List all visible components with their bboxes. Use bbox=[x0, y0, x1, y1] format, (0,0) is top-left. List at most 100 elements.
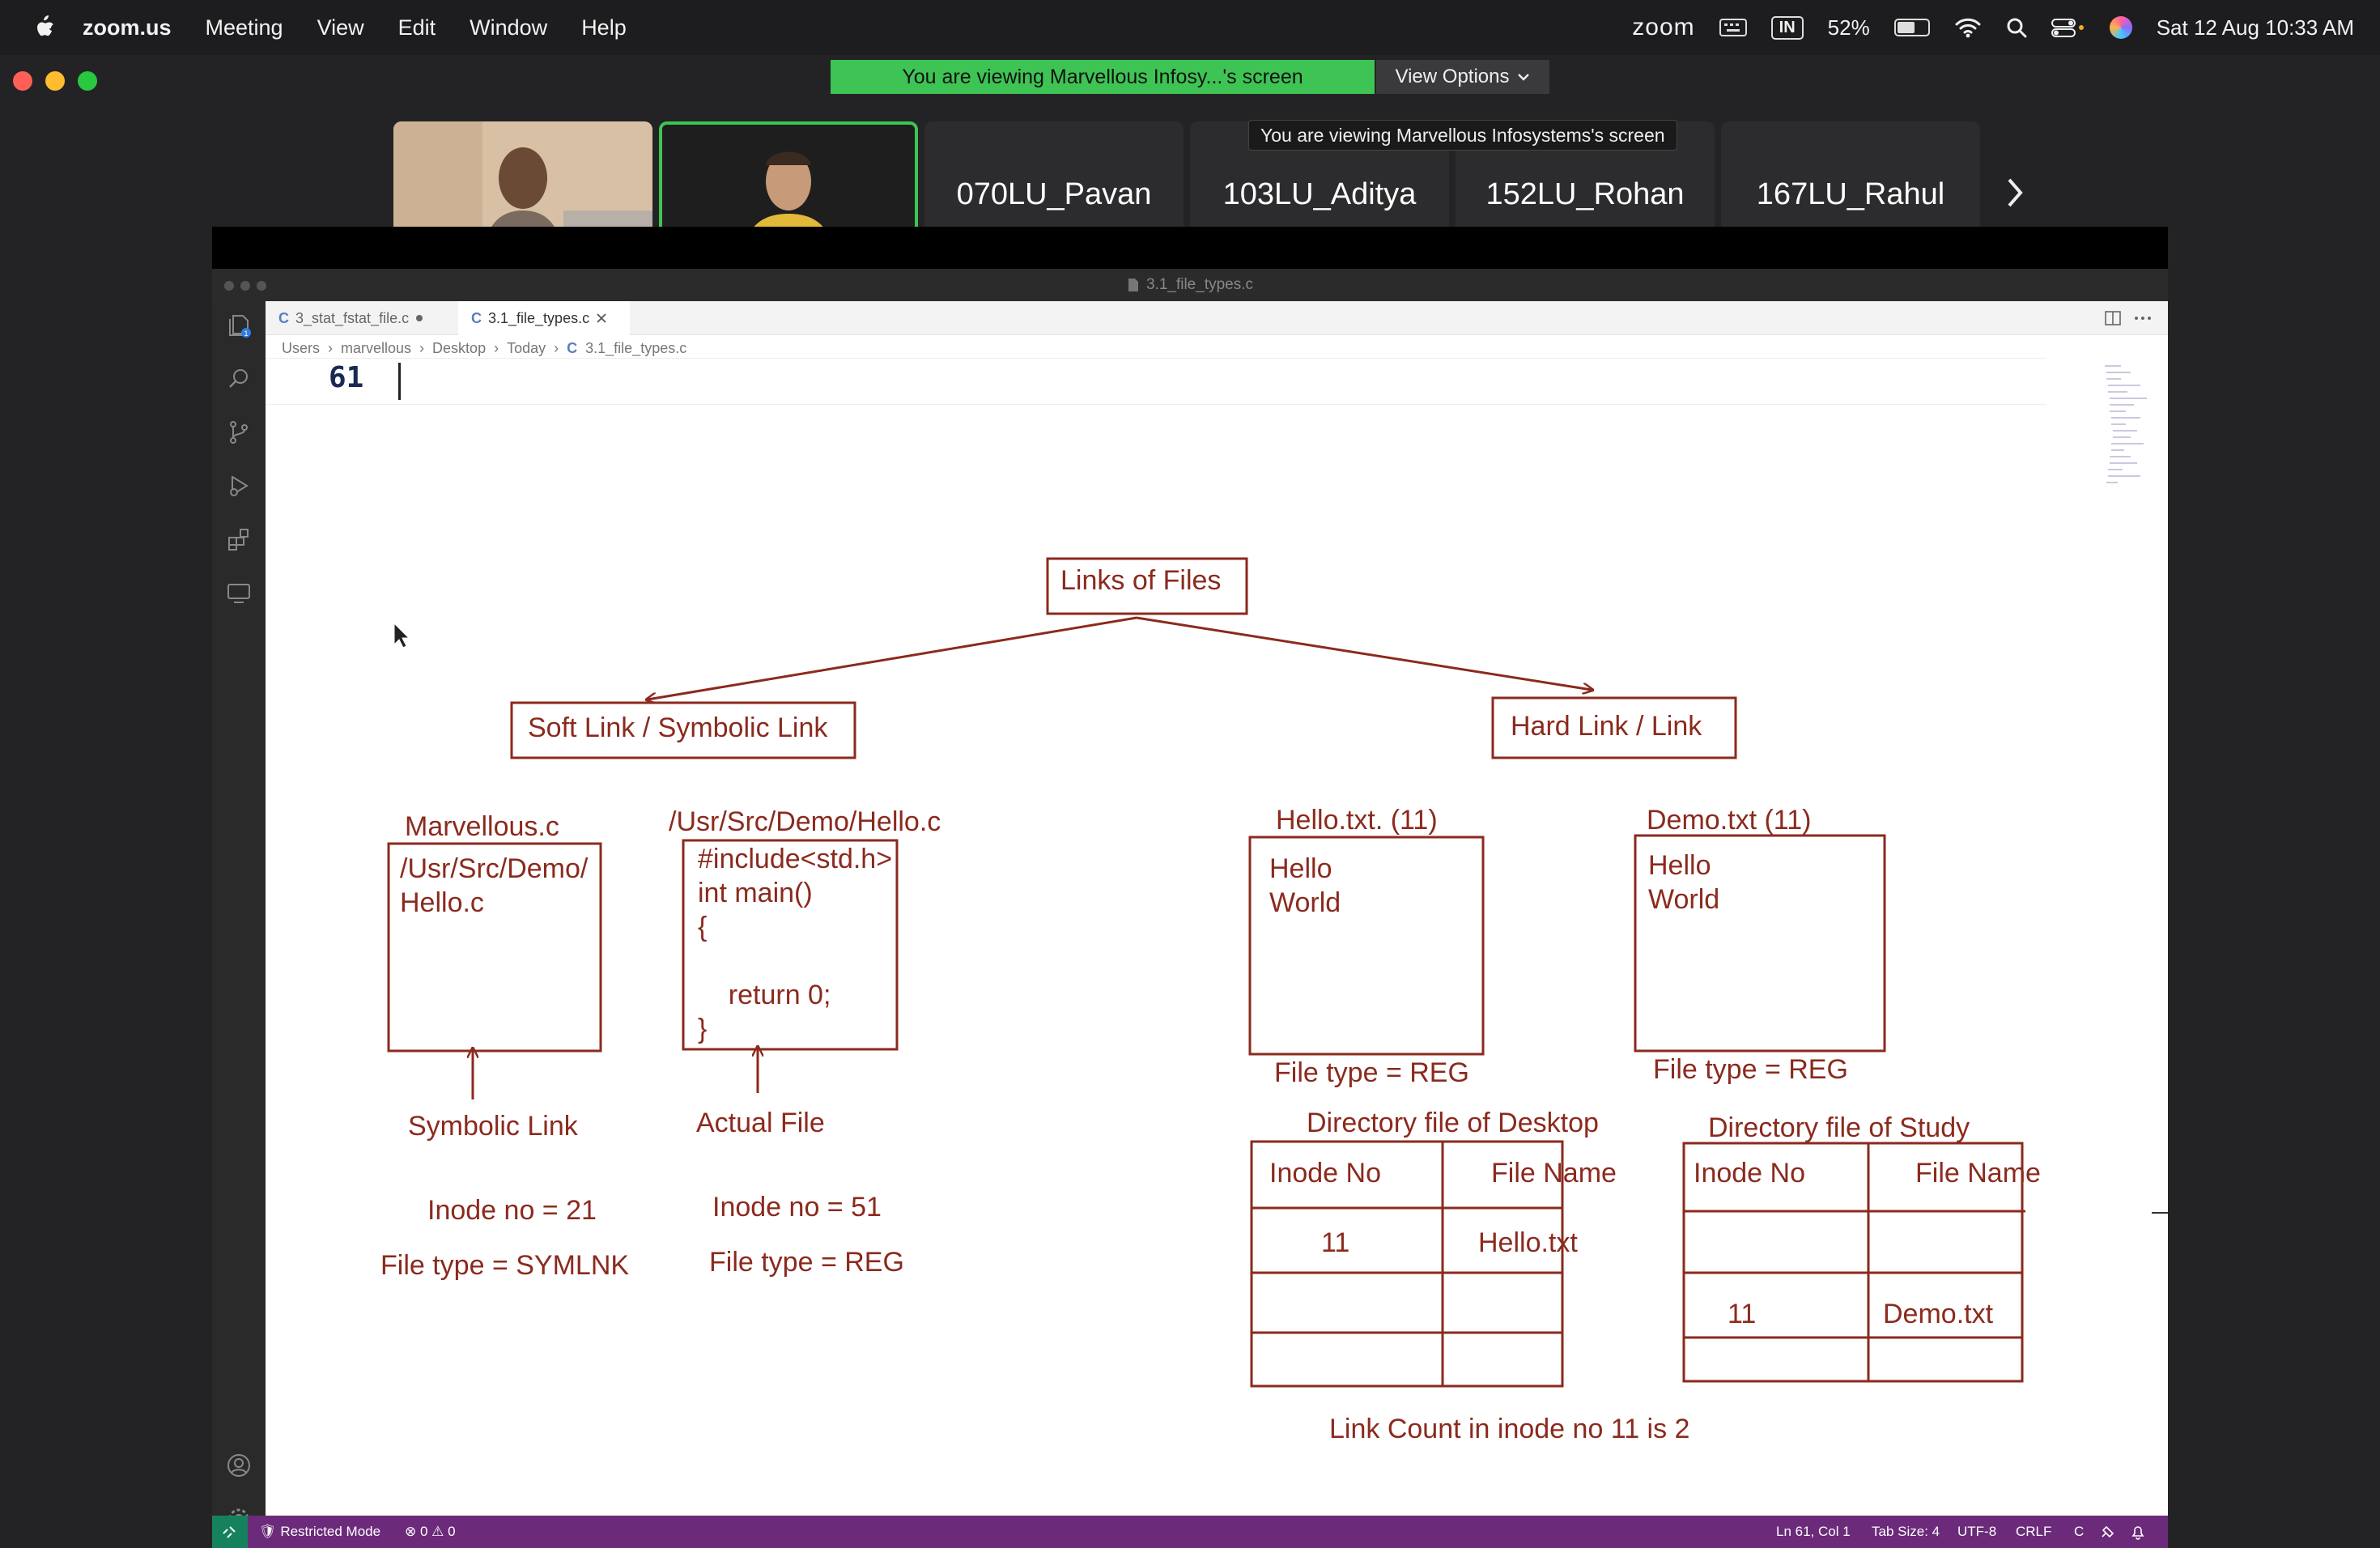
tab-label: 3.1_file_types.c bbox=[488, 309, 590, 326]
chevron-down-icon bbox=[1518, 74, 1530, 81]
more-actions-icon[interactable] bbox=[2134, 316, 2152, 321]
tab-stat-fstat-file[interactable]: C 3_stat_fstat_file.c bbox=[266, 301, 457, 335]
input-source-indicator[interactable]: IN bbox=[1770, 15, 1804, 40]
notifications-bell-icon[interactable] bbox=[2131, 1524, 2145, 1540]
tab-label: 3_stat_fstat_file.c bbox=[295, 309, 410, 326]
breadcrumb-separator: › bbox=[328, 340, 334, 356]
desktop-row-inode: 11 bbox=[1321, 1227, 1350, 1258]
vscode-title-bar: 3.1_file_types.c bbox=[212, 269, 2168, 301]
menu-meeting[interactable]: Meeting bbox=[206, 15, 283, 40]
macos-menu-bar: zoom.us Meeting View Edit Window Help zo… bbox=[0, 0, 2380, 55]
run-debug-icon[interactable] bbox=[226, 473, 252, 499]
study-row-name: Demo.txt bbox=[1883, 1299, 1994, 1329]
diagram-root-label: Links of Files bbox=[1060, 565, 1222, 596]
split-editor-icon[interactable] bbox=[2105, 311, 2121, 325]
menu-help[interactable]: Help bbox=[581, 15, 627, 40]
symlink-file-name: Marvellous.c bbox=[405, 811, 559, 842]
battery-percent: 52% bbox=[1827, 15, 1870, 40]
breadcrumb-item[interactable]: marvellous bbox=[341, 340, 411, 357]
explorer-icon[interactable]: 1 bbox=[226, 313, 252, 338]
unsaved-dot-icon bbox=[416, 315, 423, 321]
line-ending[interactable]: CRLF bbox=[2016, 1524, 2051, 1540]
actual-inode: Inode no = 51 bbox=[712, 1192, 882, 1223]
breadcrumb-separator: › bbox=[419, 340, 425, 356]
symlink-file-content: /Usr/Src/Demo/ Hello.c bbox=[400, 853, 589, 918]
tab-size[interactable]: Tab Size: 4 bbox=[1872, 1524, 1940, 1540]
search-icon[interactable] bbox=[226, 366, 252, 392]
menu-app-name[interactable]: zoom.us bbox=[83, 15, 172, 40]
actual-file-caption: Actual File bbox=[696, 1108, 825, 1138]
participant-name: 103LU_Aditya bbox=[1222, 176, 1417, 211]
feedback-icon[interactable] bbox=[2100, 1524, 2116, 1540]
restricted-mode-indicator[interactable]: 🛡 Restricted Mode bbox=[259, 1524, 380, 1540]
menu-edit[interactable]: Edit bbox=[398, 15, 436, 40]
editor-tab-bar: C 3_stat_fstat_file.c C 3.1_file_types.c bbox=[266, 301, 2168, 335]
encoding[interactable]: UTF-8 bbox=[1957, 1524, 1996, 1540]
c-language-icon: C bbox=[278, 309, 289, 326]
wifi-icon[interactable] bbox=[1954, 17, 1982, 38]
demo-file-content: Hello World bbox=[1648, 850, 1720, 915]
window-zoom-button[interactable] bbox=[78, 71, 97, 91]
hello-file-type: File type = REG bbox=[1274, 1057, 1469, 1088]
error-count: 0 bbox=[419, 1524, 428, 1539]
line-number: 61 bbox=[329, 361, 364, 394]
status-bar: 🛡 Restricted Mode ⊗ 0 ⚠ 0 Ln 61, Col 1 T… bbox=[212, 1516, 2168, 1548]
close-icon[interactable] bbox=[596, 313, 607, 324]
language-mode[interactable]: C bbox=[2074, 1524, 2084, 1540]
desktop-directory-title: Directory file of Desktop bbox=[1307, 1108, 1599, 1138]
chevron-right-icon bbox=[2008, 178, 2023, 207]
demo-file-type: File type = REG bbox=[1653, 1054, 1848, 1085]
text-caret bbox=[398, 363, 401, 400]
desktop-col-name: File Name bbox=[1491, 1158, 1617, 1189]
minimap[interactable] bbox=[2103, 363, 2168, 492]
activity-bar: 1 bbox=[212, 301, 266, 1529]
tab-file-types[interactable]: C 3.1_file_types.c bbox=[458, 301, 630, 335]
actual-file-content: #include<std.h> int main() { return 0; } bbox=[698, 844, 893, 1044]
remote-icon bbox=[223, 1526, 236, 1538]
source-control-icon[interactable] bbox=[226, 419, 252, 445]
file-icon bbox=[1128, 279, 1138, 291]
viewing-screen-banner: You are viewing Marvellous Infosy...'s s… bbox=[831, 60, 1375, 94]
menu-bar-clock[interactable]: Sat 12 Aug 10:33 AM bbox=[2157, 15, 2354, 40]
remote-explorer-icon[interactable] bbox=[226, 580, 252, 606]
keyboard-icon[interactable] bbox=[1719, 17, 1747, 38]
code-editor[interactable]: 61 bbox=[266, 358, 2168, 1516]
link-count-note: Link Count in inode no 11 is 2 bbox=[1329, 1414, 1690, 1444]
shared-screen: 3.1_file_types.c 1 C 3_stat_fstat_file.c… bbox=[212, 227, 2168, 1548]
menu-window[interactable]: Window bbox=[470, 15, 547, 40]
control-center-icon[interactable] bbox=[2051, 17, 2085, 38]
extensions-icon[interactable] bbox=[226, 526, 252, 552]
zoom-status-item[interactable]: zoom bbox=[1632, 14, 1694, 41]
siri-icon[interactable] bbox=[2109, 16, 2132, 39]
window-minimize-button[interactable] bbox=[45, 71, 65, 91]
next-participants-button[interactable] bbox=[2000, 168, 2032, 217]
explorer-badge: 1 bbox=[244, 330, 248, 338]
participant-name: 167LU_Rahul bbox=[1756, 176, 1945, 211]
window-close-button[interactable] bbox=[13, 71, 32, 91]
breadcrumb-item[interactable]: Today bbox=[507, 340, 546, 357]
soft-link-label: Soft Link / Symbolic Link bbox=[528, 712, 828, 743]
problems-indicator[interactable]: ⊗ 0 ⚠ 0 bbox=[405, 1524, 456, 1540]
spotlight-search-icon[interactable] bbox=[2006, 17, 2027, 38]
study-row-inode: 11 bbox=[1728, 1299, 1757, 1329]
symlink-inode: Inode no = 21 bbox=[427, 1195, 597, 1226]
desktop-row-name: Hello.txt bbox=[1478, 1227, 1578, 1258]
c-language-icon: C bbox=[471, 309, 482, 326]
hard-link-label: Hard Link / Link bbox=[1511, 711, 1702, 742]
breadcrumb-item[interactable]: Users bbox=[282, 340, 320, 357]
breadcrumb-item[interactable]: Desktop bbox=[432, 340, 486, 357]
remote-indicator[interactable] bbox=[212, 1516, 248, 1548]
c-language-icon: C bbox=[567, 340, 578, 356]
breadcrumb-separator: › bbox=[494, 340, 499, 356]
breadcrumb-item[interactable]: 3.1_file_types.c bbox=[585, 340, 686, 357]
cursor-position[interactable]: Ln 61, Col 1 bbox=[1776, 1524, 1851, 1540]
participant-name: 070LU_Pavan bbox=[956, 176, 1152, 211]
view-options-label: View Options bbox=[1395, 66, 1510, 87]
participant-name: 152LU_Rohan bbox=[1485, 176, 1685, 211]
current-line-highlight bbox=[266, 358, 2046, 405]
battery-icon[interactable] bbox=[1893, 19, 1930, 36]
apple-icon[interactable] bbox=[32, 14, 55, 41]
view-options-button[interactable]: View Options bbox=[1376, 60, 1549, 94]
menu-view[interactable]: View bbox=[317, 15, 364, 40]
account-icon[interactable] bbox=[226, 1452, 252, 1478]
